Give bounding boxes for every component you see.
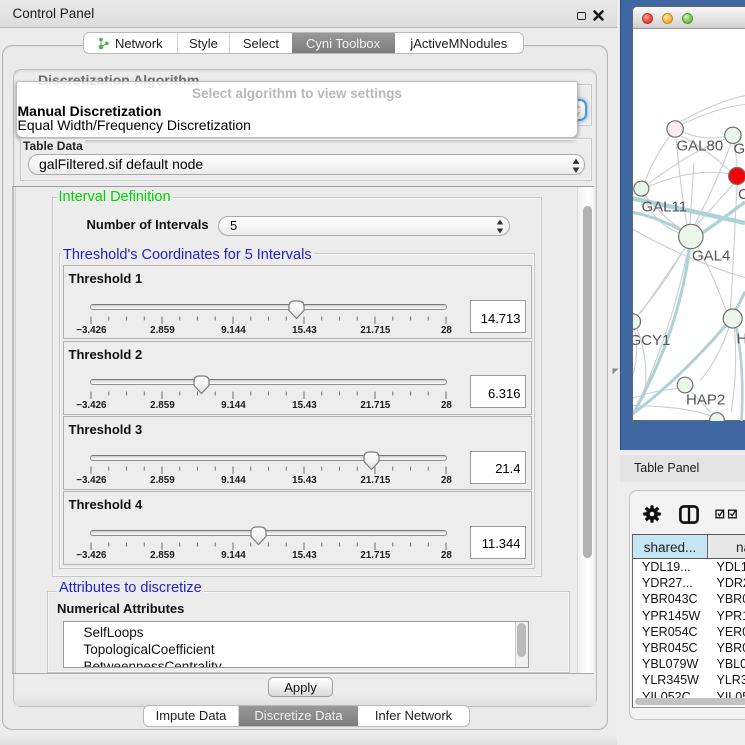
svg-text:HM: HM: [737, 331, 745, 348]
svg-text:GAL4: GAL4: [692, 248, 730, 265]
svg-text:GAL11: GAL11: [642, 199, 688, 216]
svg-text:GA: GA: [734, 141, 745, 158]
svg-text:C: C: [738, 186, 745, 203]
svg-text:GCY1: GCY1: [633, 332, 670, 349]
svg-text:HAP2: HAP2: [686, 392, 725, 409]
svg-text:GAL80: GAL80: [677, 138, 724, 155]
